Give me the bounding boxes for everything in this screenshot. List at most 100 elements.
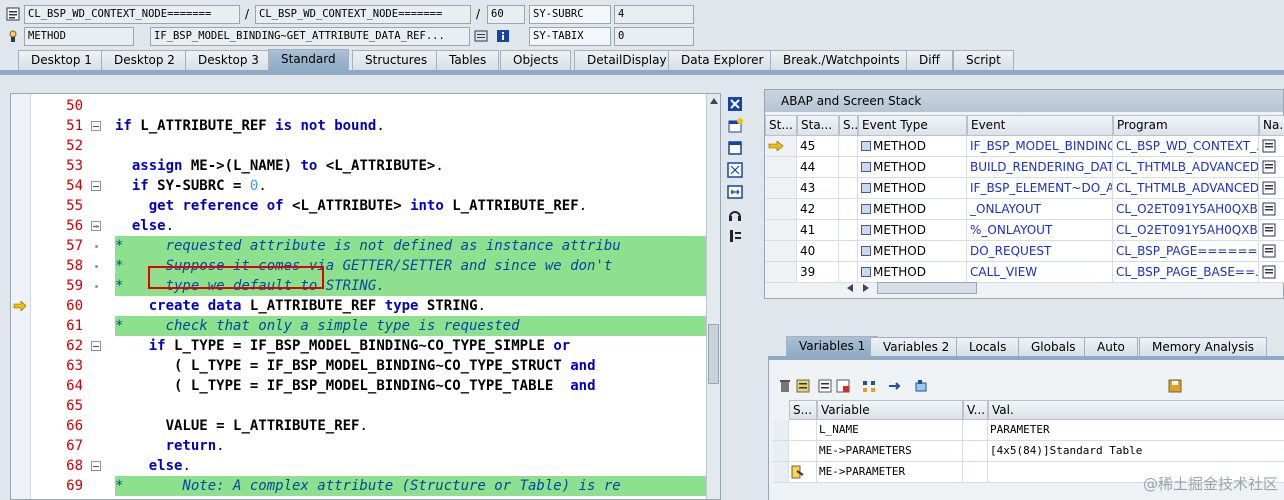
subrc-label-field[interactable]: SY-SUBRC [529,5,611,24]
code-line[interactable]: 67 return. [11,436,711,456]
tab-desktop-1[interactable]: Desktop 1 [18,50,105,70]
stack-scroll-thumb[interactable] [877,282,977,294]
code-line[interactable]: 64 ( L_TYPE = IF_BSP_MODEL_BINDING~CO_TY… [11,376,711,396]
var-col-header-v[interactable]: V... [963,400,988,420]
variable-row[interactable]: ME->PARAMETERS [4x5(84)]Standard Table [773,441,1284,462]
swap-panels-icon[interactable] [726,183,744,201]
stack-row[interactable]: 42 METHOD _ONLAYOUT CL_O2ET091Y5AH0QXB... [765,199,1284,220]
info-icon[interactable] [496,29,510,43]
new-window-icon[interactable] [726,117,744,135]
stack-row[interactable]: 44 METHOD BUILD_RENDERING_DATA CL_THTMLB_AD… [765,157,1284,178]
navigate-source-icon[interactable] [1262,202,1276,216]
stack-program-cell[interactable]: CL_O2ET091Y5AH0QXB... [1113,199,1259,220]
col-header-event-type[interactable]: Event Type [858,115,967,136]
transfer-icon[interactable] [887,378,903,394]
stack-row[interactable]: 43 METHOD IF_BSP_ELEMENT~DO_A... CL_THTMLB_… [765,178,1284,199]
tabix-label-field[interactable]: SY-TABIX [529,27,611,46]
scroll-left-icon[interactable] [845,283,855,293]
fold-toggle-icon[interactable] [91,461,101,471]
code-line[interactable]: 56 else. [11,216,711,236]
code-line[interactable]: 59 * type we default to STRING. [11,276,715,296]
col-header-name[interactable]: Na... [1259,115,1284,136]
input-help-icon[interactable] [791,465,805,479]
source-icon[interactable] [474,29,488,43]
var-col-header-value[interactable]: Val. [988,400,1284,420]
tab-globals[interactable]: Globals [1018,337,1089,357]
code-line[interactable]: 55 get reference of <L_ATTRIBUTE> into L… [11,196,711,216]
var-name-cell[interactable]: L_NAME [817,420,963,441]
fullscreen-icon[interactable] [726,161,744,179]
tab-tables[interactable]: Tables [436,50,500,70]
maximize-icon[interactable] [726,139,744,157]
navigate-source-icon[interactable] [1262,181,1276,195]
code-line[interactable]: 51 if L_ATTRIBUTE_REF is not bound. [11,116,711,136]
tab-locals[interactable]: Locals [956,337,1020,357]
code-line[interactable]: 68 else. [11,456,711,476]
stack-event-cell[interactable]: _ONLAYOUT [967,199,1113,220]
tab-desktop-2[interactable]: Desktop 2 [101,50,188,70]
col-header-status[interactable]: St... [765,115,797,136]
tab-data-explorer[interactable]: Data Explorer [668,50,777,70]
code-line[interactable]: 58 * Suppose it comes via GETTER/SETTER a… [11,256,715,276]
tab-script[interactable]: Script [953,50,1014,70]
stack-row[interactable]: 45 METHOD IF_BSP_MODEL_BINDING... CL_BSP_WD… [765,136,1284,157]
var-col-header-variable[interactable]: Variable [817,400,963,420]
code-line[interactable]: 65 [11,396,711,416]
editor-scroll-thumb[interactable] [708,324,719,384]
fold-toggle-icon[interactable] [91,181,101,191]
variable-row[interactable]: L_NAME PARAMETER [773,420,1284,441]
save-icon[interactable] [1167,378,1183,394]
code-line[interactable]: 57 * requested attribute is not defined a… [11,236,715,256]
stack-program-cell[interactable]: CL_BSP_PAGE=======... [1113,241,1259,262]
navigate-source-icon[interactable] [1262,265,1276,279]
tab-desktop-3[interactable]: Desktop 3 [185,50,272,70]
editor-vertical-scrollbar[interactable] [706,94,720,499]
tab-breakpoints[interactable]: Break./Watchpoints [770,50,913,70]
var-name-cell[interactable]: ME->PARAMETERS [817,441,963,462]
stack-row[interactable]: 41 METHOD %_ONLAYOUT CL_O2ET091Y5AH0QXB... [765,220,1284,241]
var-value-cell[interactable]: PARAMETER [988,420,1284,441]
scroll-right-icon[interactable] [861,283,871,293]
delete-icon[interactable] [777,378,793,394]
code-line[interactable]: 63 ( L_TYPE = IF_BSP_MODEL_BINDING~CO_TY… [11,356,711,376]
stack-event-cell[interactable]: %_ONLAYOUT [967,220,1113,241]
tab-auto[interactable]: Auto [1084,337,1138,357]
navigate-source-icon[interactable] [1262,160,1276,174]
close-icon[interactable] [726,95,744,113]
tab-standard[interactable]: Standard [268,49,349,70]
code-line[interactable]: 60 create data L_ATTRIBUTE_REF type STRI… [11,296,711,316]
code-line[interactable]: 50 [11,96,711,116]
stack-program-cell[interactable]: CL_THTMLB_ADVANCED... [1113,157,1259,178]
tab-variables-2[interactable]: Variables 2 [870,337,963,357]
code-line[interactable]: 53 assign ME->(L_NAME) to <L_ATTRIBUTE>. [11,156,711,176]
var-col-header-s[interactable]: S... [789,400,817,420]
navigate-source-icon[interactable] [1262,139,1276,153]
stack-event-cell[interactable]: BUILD_RENDERING_DATA [967,157,1113,178]
tab-structures[interactable]: Structures [352,50,441,70]
stack-event-cell[interactable]: IF_BSP_ELEMENT~DO_A... [967,178,1113,199]
tab-memory-analysis[interactable]: Memory Analysis [1139,337,1268,357]
stack-event-cell[interactable]: IF_BSP_MODEL_BINDING... [967,136,1113,157]
col-header-stack-level[interactable]: Sta... [797,115,839,136]
var-value-cell[interactable]: [4x5(84)]Standard Table [988,441,1284,462]
stack-row[interactable]: 40 METHOD DO_REQUESTCL_BSP_PAGE=======... [765,241,1284,262]
var-name-cell[interactable]: ME->PARAMETER [817,462,963,483]
col-header-program[interactable]: Program [1113,115,1259,136]
stack-event-cell[interactable]: DO_REQUEST [967,241,1113,262]
list-icon[interactable] [795,378,811,394]
stack-program-cell[interactable]: CL_BSP_WD_CONTEXT_... [1113,136,1259,157]
tab-diff[interactable]: Diff [906,50,953,70]
stack-program-cell[interactable]: CL_O2ET091Y5AH0QXB... [1113,220,1259,241]
code-line[interactable]: 62 if L_TYPE = IF_BSP_MODEL_BINDING~CO_T… [11,336,711,356]
find-icon[interactable] [913,378,929,394]
code-line[interactable]: 52 [11,136,711,156]
tab-detail-display[interactable]: DetailDisplay [574,50,680,70]
col-header-s[interactable]: S... [839,115,858,136]
tab-variables-1[interactable]: Variables 1 [786,336,879,357]
scroll-up-icon[interactable] [708,96,720,106]
headphones-icon[interactable] [726,205,744,223]
stack-horizontal-scrollbar[interactable] [845,280,1284,296]
code-line[interactable]: 54 if SY-SUBRC = 0. [11,176,711,196]
hierarchy-icon[interactable] [861,378,877,394]
fold-toggle-icon[interactable] [91,341,101,351]
